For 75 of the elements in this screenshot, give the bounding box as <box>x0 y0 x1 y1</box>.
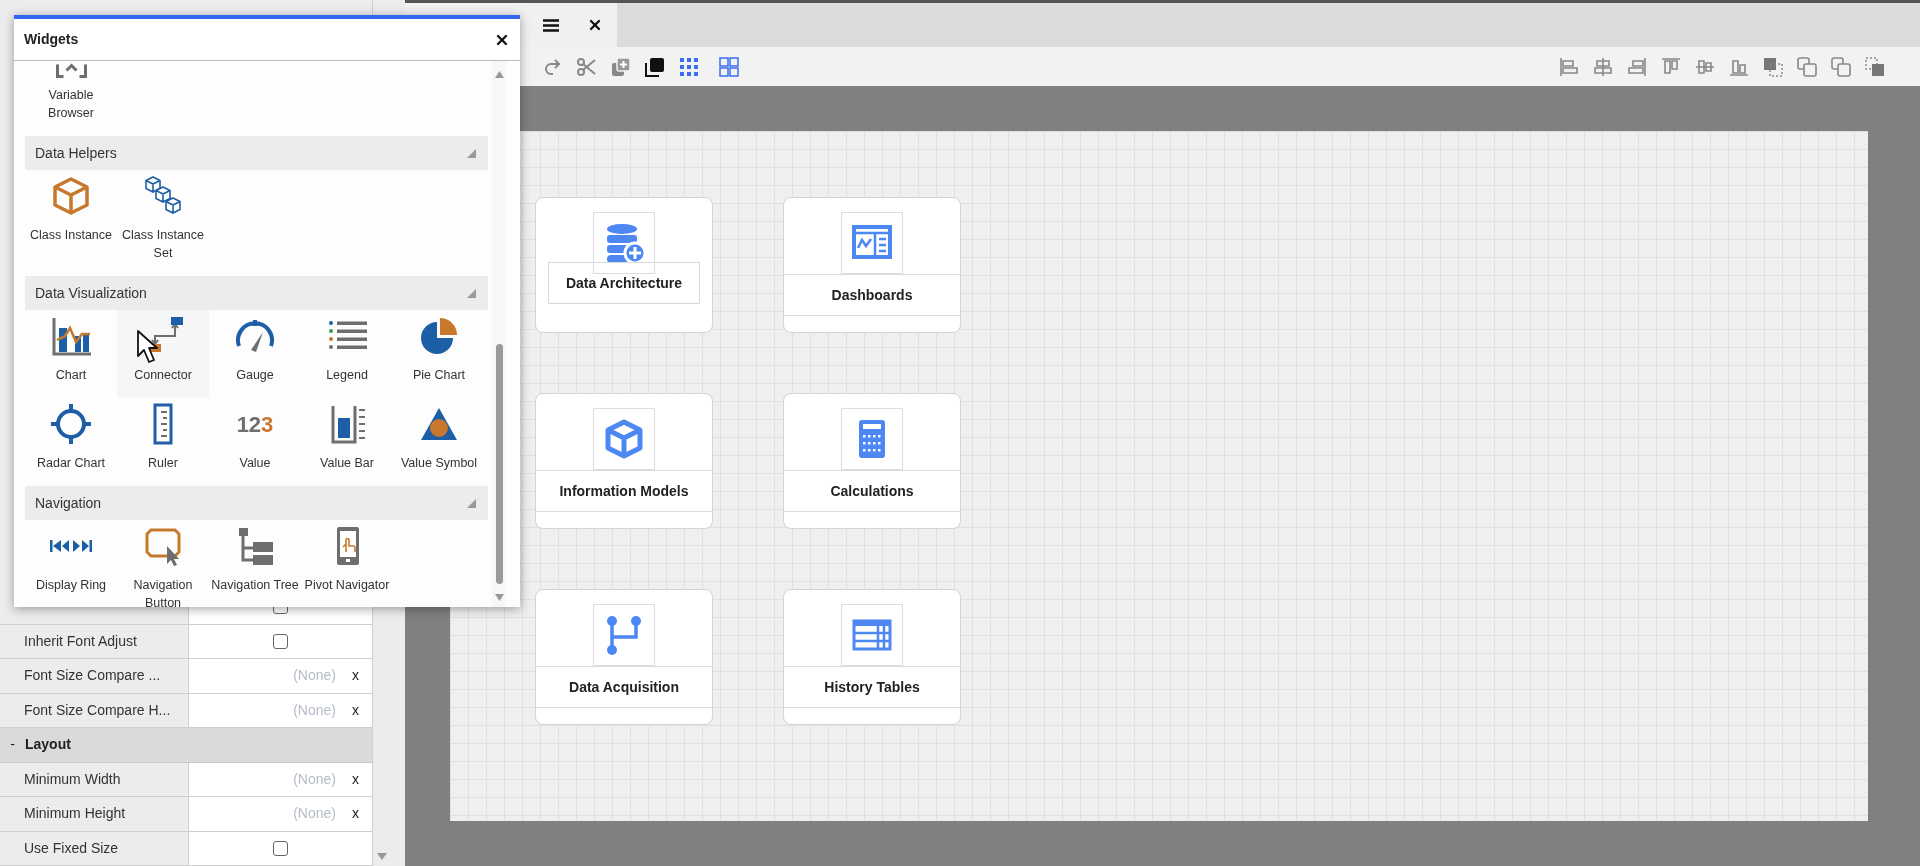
module-card[interactable]: Data Acquisition <box>535 589 713 725</box>
crosshair-icon <box>49 402 93 446</box>
align-icon[interactable] <box>1593 56 1613 77</box>
clear-button[interactable]: x <box>352 699 359 721</box>
dot-grid-icon[interactable] <box>679 56 699 77</box>
copy-add-icon[interactable] <box>611 56 631 77</box>
clear-button[interactable]: x <box>352 665 359 687</box>
dialog-title: Widgets <box>24 30 79 49</box>
bring-forward-icon[interactable] <box>1831 56 1851 77</box>
number-icon: 123 <box>233 402 277 446</box>
clear-button[interactable]: x <box>352 803 359 825</box>
align-icon[interactable] <box>1559 56 1579 77</box>
group-title: Layout <box>25 735 71 755</box>
widget-item[interactable]: Connector <box>117 310 209 398</box>
card-label-band[interactable]: Data Acquisition <box>536 666 712 708</box>
redo-icon[interactable] <box>543 56 563 77</box>
widget-item[interactable]: Navigation Button <box>117 520 209 607</box>
align-icon[interactable] <box>1627 56 1647 77</box>
card-title: Information Models <box>559 481 689 501</box>
bring-front-icon[interactable] <box>1797 56 1817 77</box>
section-header[interactable]: Data Helpers <box>25 136 488 170</box>
clear-button[interactable]: x <box>352 768 359 790</box>
widget-item[interactable]: Ruler <box>117 398 209 486</box>
section-header[interactable]: Navigation <box>25 486 488 520</box>
widget-item[interactable]: Legend <box>301 310 393 398</box>
layers-icon[interactable] <box>645 56 665 77</box>
widget-item[interactable]: Radar Chart <box>25 398 117 486</box>
card-label-band[interactable]: Dashboards <box>784 274 960 316</box>
widget-item[interactable]: Gauge <box>209 310 301 398</box>
widget-item[interactable]: Variable Browser <box>25 61 117 136</box>
scroll-down-icon[interactable] <box>494 594 504 601</box>
card-title: History Tables <box>824 677 920 697</box>
scrollbar[interactable] <box>492 61 506 607</box>
widget-item[interactable]: Navigation Tree <box>209 520 301 607</box>
send-back-icon[interactable] <box>1865 56 1885 77</box>
widget-item[interactable]: Chart <box>25 310 117 398</box>
align-icon[interactable] <box>1661 56 1681 77</box>
widget-item[interactable]: 123 Value <box>209 398 301 486</box>
checkbox[interactable] <box>273 633 288 649</box>
widget-item[interactable]: Class Instance <box>25 170 117 276</box>
send-backward-icon[interactable] <box>1763 56 1783 77</box>
group-header[interactable]: - Layout <box>0 728 372 763</box>
card-title: Dashboards <box>831 285 913 305</box>
card-label-band[interactable]: Data Architecture <box>548 262 700 304</box>
checkbox[interactable] <box>273 840 288 856</box>
scroll-up-icon[interactable] <box>494 71 504 78</box>
mouse-cursor-icon <box>137 330 159 364</box>
card-label-band[interactable]: Information Models <box>536 470 712 512</box>
module-card[interactable]: History Tables <box>783 589 961 725</box>
media-controls-icon <box>49 539 93 553</box>
scroll-down-icon[interactable] <box>376 853 387 860</box>
collapse-toggle[interactable]: - <box>0 734 25 756</box>
menu-icon[interactable] <box>543 18 559 32</box>
card-title: Calculations <box>830 481 914 501</box>
scissors-icon[interactable] <box>577 56 597 77</box>
module-card[interactable]: Dashboards <box>783 197 961 333</box>
scrollbar-thumb[interactable] <box>495 344 503 584</box>
collapse-icon[interactable] <box>467 498 476 508</box>
card-label-band[interactable]: History Tables <box>784 666 960 708</box>
collapse-icon[interactable] <box>467 148 476 158</box>
card-title: Data Architecture <box>565 273 683 293</box>
module-card[interactable]: Information Models <box>535 393 713 529</box>
close-icon[interactable] <box>587 17 603 33</box>
bracket-icon <box>55 63 87 78</box>
card-label-band[interactable]: Calculations <box>784 470 960 512</box>
module-card[interactable]: Data Architecture <box>535 197 713 333</box>
module-card[interactable]: Calculations <box>783 393 961 529</box>
card-title: Data Acquisition <box>569 677 679 697</box>
section-header[interactable]: Data Visualization <box>25 276 488 310</box>
widget-item[interactable]: Pivot Navigator <box>301 520 393 607</box>
grid-icon[interactable] <box>719 56 739 77</box>
collapse-icon[interactable] <box>467 288 476 298</box>
widget-item[interactable]: Display Ring <box>25 520 117 607</box>
widget-item[interactable]: Class Instance Set <box>117 170 209 276</box>
widget-item[interactable]: Value Bar <box>301 398 393 486</box>
